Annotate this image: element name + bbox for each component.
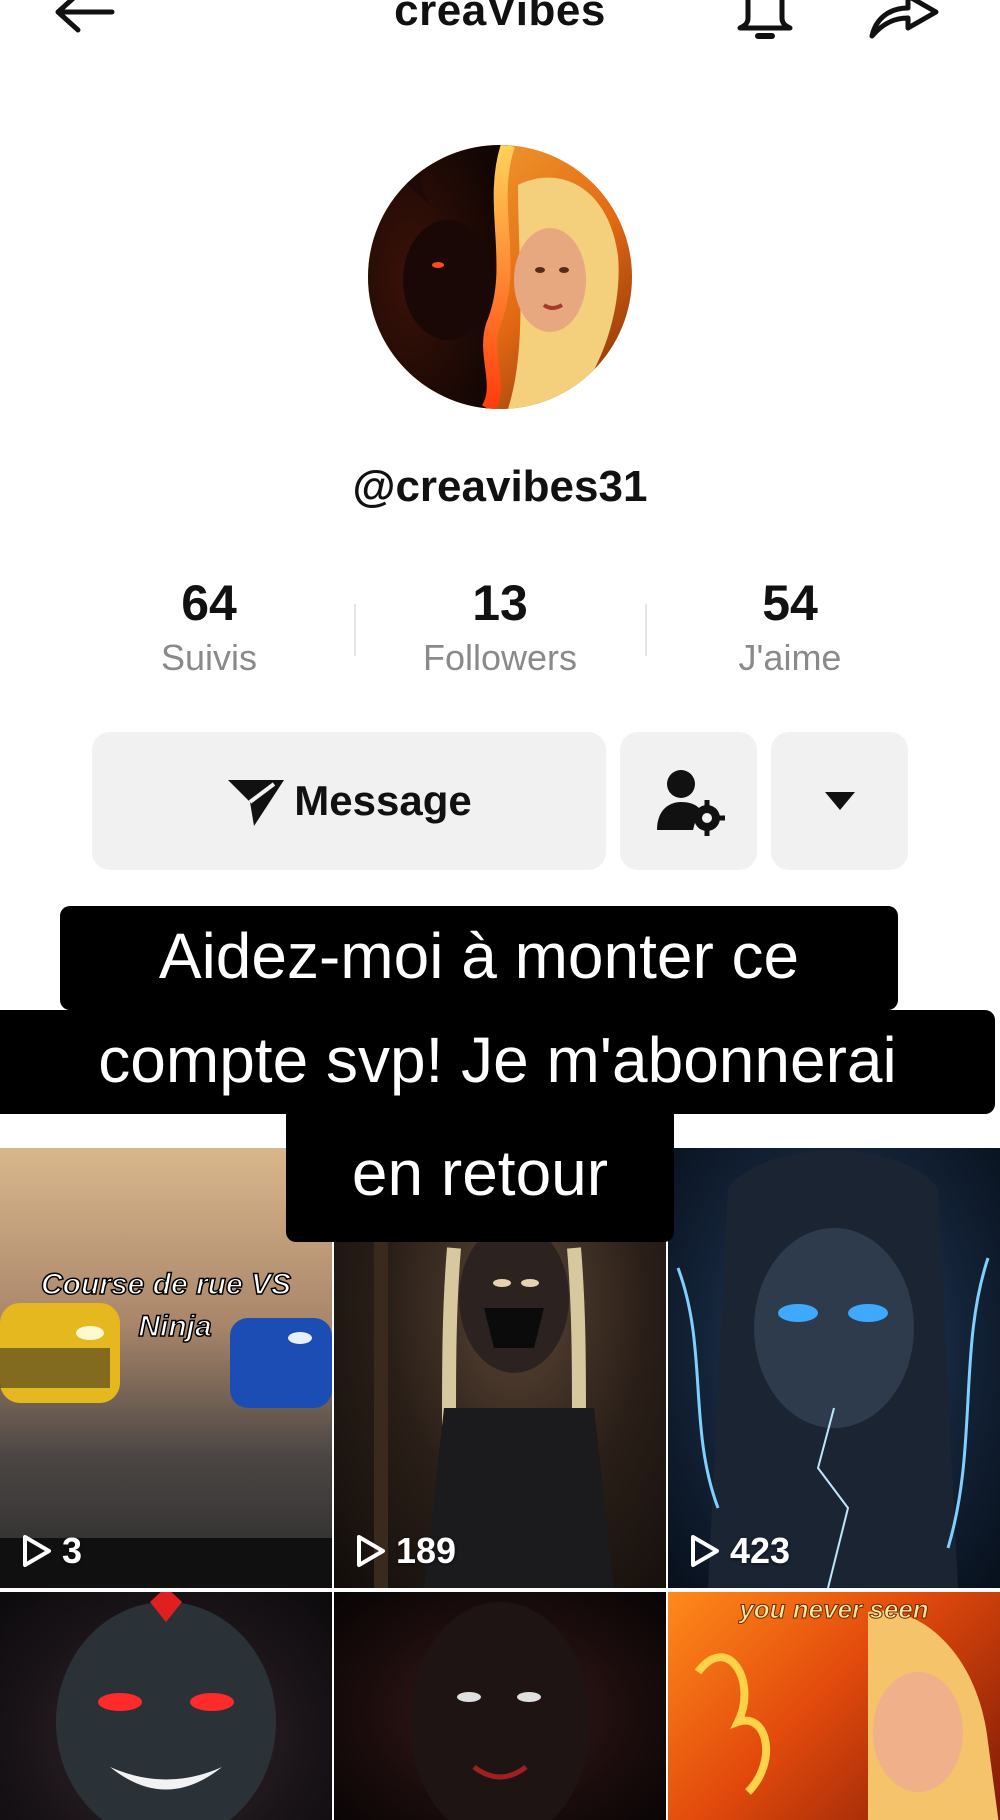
view-count: 189 bbox=[356, 1530, 456, 1572]
video-thumbnail bbox=[694, 1610, 999, 1820]
view-count-value: 423 bbox=[730, 1530, 791, 1571]
avatar-image bbox=[368, 145, 632, 409]
video-tile[interactable] bbox=[334, 1592, 666, 1820]
video-thumbnail bbox=[676, 1150, 990, 1588]
stat-value: 54 bbox=[762, 575, 818, 631]
avatar[interactable] bbox=[368, 145, 632, 409]
stat-followers[interactable]: 13 Followers bbox=[375, 572, 625, 680]
play-icon bbox=[23, 1535, 51, 1567]
play-icon bbox=[357, 1535, 385, 1567]
video-tile[interactable]: Course de rue VS Ninja 3 bbox=[0, 1148, 332, 1588]
share-button[interactable] bbox=[862, 0, 942, 54]
top-bar: creaVibes bbox=[0, 0, 1000, 70]
profile-settings-button[interactable] bbox=[620, 732, 757, 870]
caption-line: Aidez-moi à monter ce bbox=[60, 906, 898, 1010]
notification-bell-button[interactable] bbox=[730, 0, 800, 54]
view-count-value: 3 bbox=[62, 1530, 83, 1571]
video-thumbnail bbox=[56, 1592, 276, 1820]
view-count: 3 bbox=[22, 1530, 82, 1572]
stat-value: 13 bbox=[472, 575, 528, 631]
video-grid: Course de rue VS Ninja 3 189 423 you nev… bbox=[0, 1148, 1000, 1820]
share-arrow-icon bbox=[869, 0, 939, 39]
video-overlay-text: you never seen bbox=[739, 1594, 929, 1625]
more-options-button[interactable] bbox=[771, 732, 908, 870]
caption-line: compte svp! Je m'abonnerai bbox=[0, 1010, 995, 1114]
profile-screen: creaVibes @creavibes31 64 Suivis 13 Foll… bbox=[0, 0, 1000, 1820]
caption-line: en retour bbox=[286, 1114, 674, 1242]
stat-value: 64 bbox=[181, 575, 237, 631]
stat-divider bbox=[354, 604, 356, 656]
message-button[interactable]: Message bbox=[92, 732, 606, 870]
bell-icon bbox=[737, 0, 793, 39]
video-tile[interactable] bbox=[0, 1592, 332, 1820]
stat-label: Followers bbox=[422, 637, 578, 678]
stat-label: J'aime bbox=[738, 637, 842, 678]
stat-divider bbox=[645, 604, 647, 656]
stat-following[interactable]: 64 Suivis bbox=[84, 572, 334, 680]
play-icon bbox=[691, 1535, 719, 1567]
view-count: 423 bbox=[690, 1530, 790, 1572]
stat-likes[interactable]: 54 J'aime bbox=[665, 572, 915, 680]
view-count-value: 189 bbox=[396, 1530, 457, 1571]
video-thumbnail bbox=[0, 1303, 332, 1588]
video-overlay-text: Ninja bbox=[138, 1309, 213, 1344]
stat-label: Suivis bbox=[160, 637, 258, 678]
username: @creavibes31 bbox=[352, 462, 648, 511]
video-tile[interactable]: 423 bbox=[668, 1148, 1000, 1588]
video-tile[interactable]: you never seen bbox=[668, 1592, 1000, 1820]
video-thumbnail bbox=[410, 1602, 590, 1820]
person-gear-icon bbox=[656, 770, 725, 836]
page-title: creaVibes bbox=[394, 0, 606, 35]
send-paper-plane-icon bbox=[228, 780, 285, 826]
message-button-label: Message bbox=[294, 777, 472, 824]
caret-down-icon bbox=[824, 792, 855, 810]
video-overlay-text: Course de rue VS bbox=[40, 1267, 292, 1302]
